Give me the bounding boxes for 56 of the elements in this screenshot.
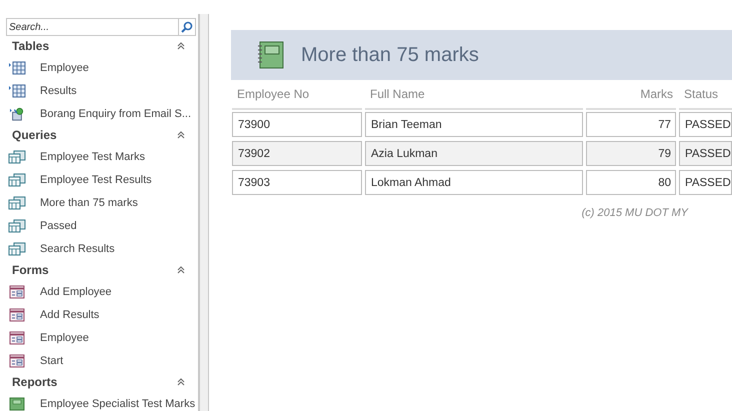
table-cell: 79 [586,141,676,166]
table-cell: 73903 [232,170,362,195]
nav-item[interactable]: Results [40,84,77,96]
table-cell: 73900 [232,112,362,137]
nav-item[interactable]: Employee Test Marks [40,150,145,162]
search-icon[interactable] [181,21,193,33]
column-header: Employee No [232,80,362,110]
linked-table-icon [8,106,26,120]
nav-item[interactable]: Start [40,354,64,366]
query-icon [8,172,26,186]
table-cell: Lokman Ahmad [365,170,583,195]
table-cell: 80 [586,170,676,195]
group-header[interactable]: Queries [12,128,176,142]
search-button[interactable] [178,18,196,36]
column-header: Full Name [365,80,583,110]
query-icon [8,218,26,232]
nav-item[interactable]: More than 75 marks [40,196,138,208]
collapse-icon[interactable] [176,41,186,51]
group-header[interactable]: Tables [12,39,176,53]
search-field[interactable]: Search... [6,18,178,36]
column-header: Status [679,80,732,110]
table-cell: Brian Teeman [365,112,583,137]
form-icon [8,354,26,368]
table-cell: 77 [586,112,676,137]
table-icon [8,84,26,98]
query-icon [8,242,26,256]
nav-item[interactable]: Passed [40,220,77,232]
notebook-icon [257,40,285,70]
query-icon [8,196,26,210]
table-cell: PASSED [679,112,732,137]
form-icon [8,330,26,344]
nav-item[interactable]: Add Employee [40,286,112,298]
nav-item[interactable]: Add Results [40,308,100,320]
nav-item[interactable]: Employee [40,62,89,74]
nav-item[interactable]: Borang Enquiry from Email S... [40,108,192,120]
nav-item[interactable]: Employee Test Results [40,174,152,186]
table-icon [8,60,26,74]
query-icon [8,150,26,164]
collapse-icon[interactable] [176,130,186,140]
collapse-icon[interactable] [176,265,186,275]
group-header[interactable]: Reports [12,375,176,389]
table-cell: 73902 [232,141,362,166]
group-header[interactable]: Forms [12,263,176,277]
table-cell: Azia Lukman [365,141,583,166]
copyright-text: (c) 2015 MU DOT MY [582,207,688,219]
report-icon [8,396,26,410]
collapse-icon[interactable] [176,377,186,387]
report-title: More than 75 marks [301,44,479,66]
column-header: Marks [586,80,676,110]
form-icon [8,308,26,322]
nav-item[interactable]: Search Results [40,242,115,254]
nav-item[interactable]: Employee Specialist Test Marks [40,398,196,410]
nav-item[interactable]: Employee [40,332,89,344]
table-cell: PASSED [679,141,732,166]
table-cell: PASSED [679,170,732,195]
form-icon [8,284,26,298]
